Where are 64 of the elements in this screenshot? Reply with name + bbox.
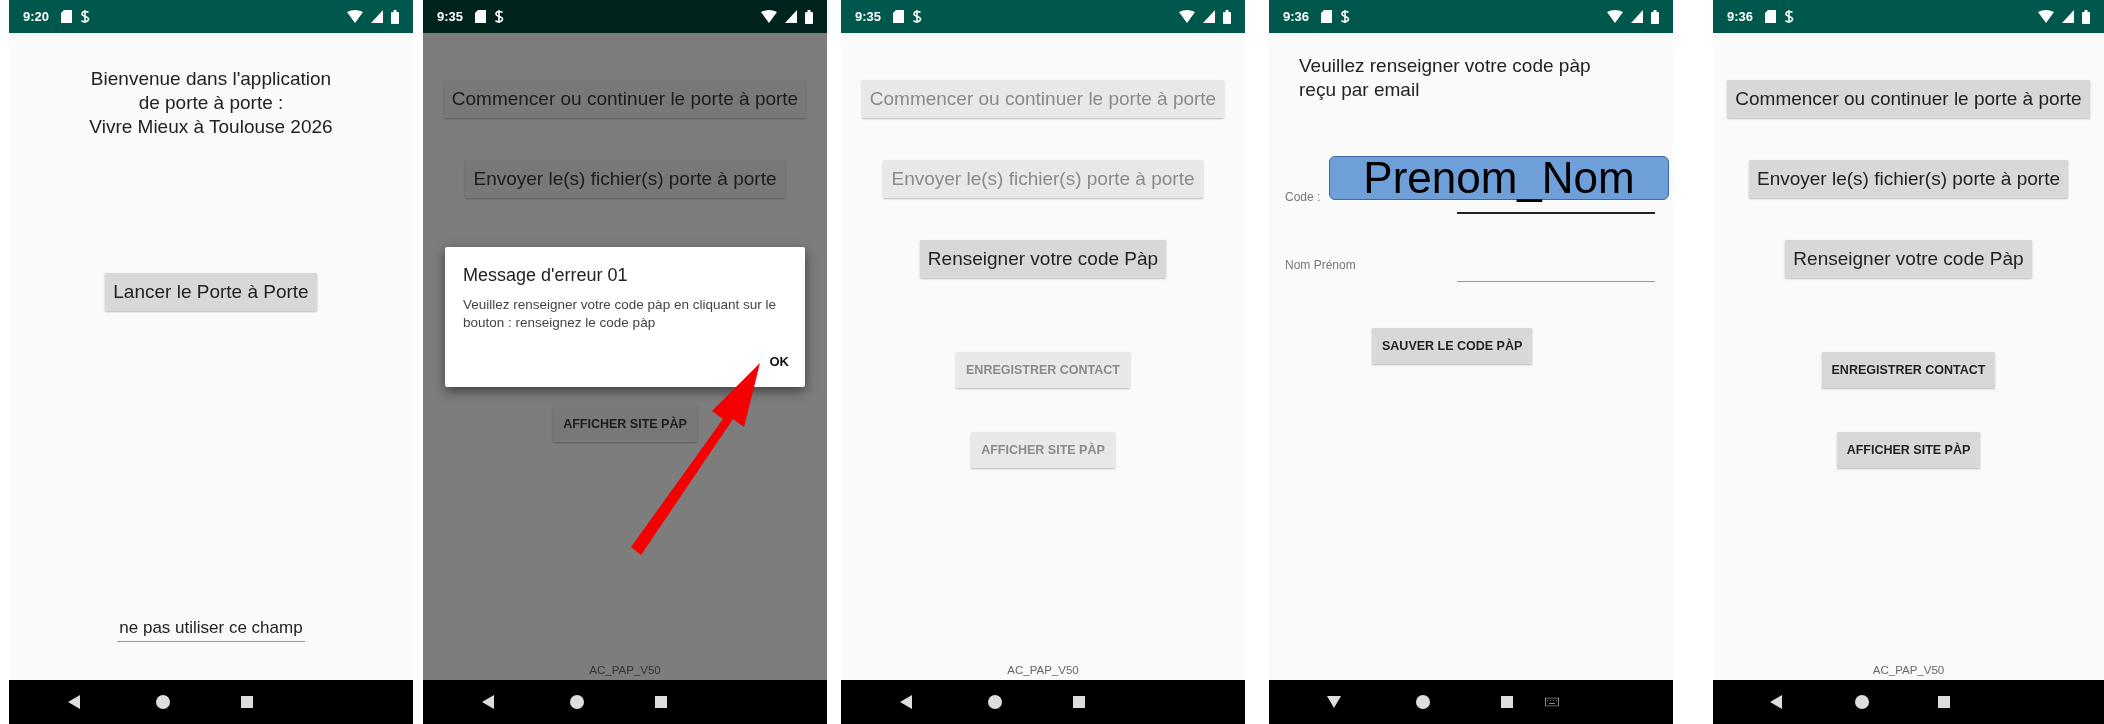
menu-button[interactable]: ENREGISTRER CONTACT [1821,352,1996,388]
wifi-icon [1179,10,1195,23]
annotation-label: Prenom_Nom [1329,156,1669,200]
heading-text: Bienvenue dans l'application de porte à porte : Vivre Mieux à Toulouse 2026 [89,67,333,139]
battery-icon [805,9,813,24]
signal-icon [1203,10,1215,23]
signal-icon [785,10,797,23]
home-icon[interactable] [1415,695,1430,709]
dialog-message: Veuillez renseigner votre code pàp en cliquant sur le bouton : renseignez le code pàp [463,296,777,332]
sd-card-icon [61,10,73,23]
menu-button[interactable]: Lancer le Porte à Porte [105,273,317,311]
sd-card-icon [1321,10,1333,23]
battery-icon [1651,9,1659,24]
sd-card-icon [475,10,487,23]
signal-icon [2062,10,2074,23]
menu-button[interactable]: SAUVER LE CODE PÀP [1372,328,1533,364]
menu-button[interactable]: Renseigner votre code Pàp [919,240,1167,278]
battery-icon [2082,9,2090,24]
status-time: 9:20 [23,9,50,24]
menu-button[interactable]: AFFICHER SITE PÀP [1836,432,1981,468]
menu-button[interactable]: Renseigner votre code Pàp [1785,240,2032,278]
status-time: 9:36 [1283,9,1310,24]
menu-button[interactable]: Envoyer le(s) fichier(s) porte à porte [465,160,785,198]
wifi-icon [761,10,777,23]
recents-icon[interactable] [241,696,254,708]
home-icon[interactable] [155,695,170,709]
menu-button[interactable]: Commencer ou continuer le porte à porte [1727,80,2090,118]
version-label: AC_PAP_V50 [1007,664,1079,676]
recents-icon[interactable] [655,696,668,708]
menu-button[interactable]: Commencer ou continuer le porte à porte [443,80,807,118]
menu-button[interactable]: Envoyer le(s) fichier(s) porte à porte [1748,160,2069,198]
battery-icon [391,9,399,24]
wifi-icon [1607,10,1623,23]
wifi-icon [2038,10,2054,23]
version-label: AC_PAP_V50 [589,664,661,676]
sd-card-icon [893,10,905,23]
home-icon[interactable] [1854,695,1869,709]
hide-keyboard-icon[interactable] [1326,696,1341,708]
recents-icon[interactable] [1073,696,1086,708]
sd-card-icon [1765,10,1777,23]
keyboard-icon [1544,697,1559,707]
field-label: Nom Prénom [1285,258,1357,274]
wifi-icon [347,10,363,23]
back-icon[interactable] [67,695,80,709]
input-field[interactable]: ne pas utiliser ce champ [117,618,305,642]
ok-button[interactable]: OK [765,346,793,377]
recents-icon[interactable] [1937,696,1950,708]
dialog-title: Message d'erreur 01 [463,265,629,286]
menu-button[interactable]: AFFICHER SITE PÀP [553,406,697,442]
home-icon[interactable] [569,695,584,709]
battery-icon [1223,9,1231,24]
recents-icon[interactable] [1501,696,1514,708]
back-icon[interactable] [899,695,912,709]
signal-icon [1631,10,1643,23]
heading-text: Veuillez renseigner votre code pàp reçu par email [1299,54,1591,102]
status-time: 9:35 [855,9,882,24]
version-label: AC_PAP_V50 [1872,664,1945,676]
home-icon[interactable] [987,695,1002,709]
signal-icon [371,10,383,23]
field-label: Code : [1285,190,1322,206]
back-icon[interactable] [481,695,494,709]
status-time: 9:36 [1727,9,1754,24]
back-icon[interactable] [1769,695,1782,709]
status-time: 9:35 [437,9,464,24]
